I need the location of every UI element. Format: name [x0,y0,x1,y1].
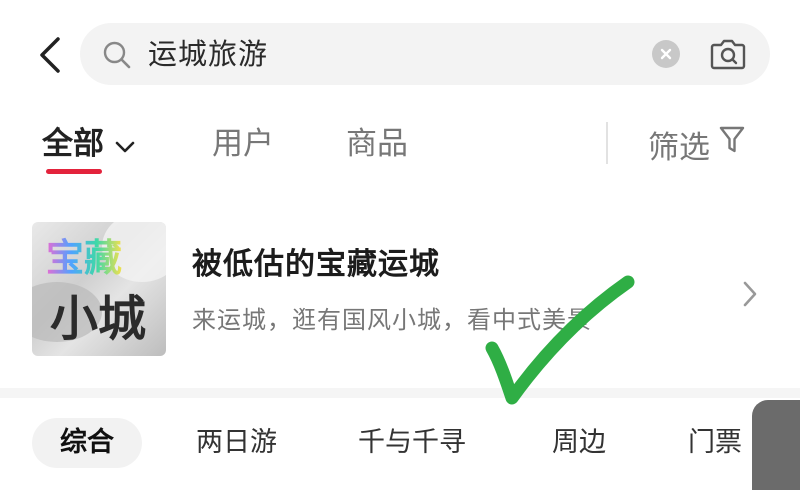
camera-icon[interactable] [708,35,748,73]
chip-two-day-trip[interactable]: 两日游 [168,418,305,468]
search-box[interactable]: 运城旅游 [80,23,770,85]
chip-spirited-away[interactable]: 千与千寻 [330,418,494,468]
thumbnail-text-top: 宝藏 [46,236,123,280]
chip-nearby[interactable]: 周边 [524,418,634,468]
search-icon [102,40,132,70]
clear-icon[interactable] [652,40,680,68]
chip-comprehensive[interactable]: 综合 [32,418,142,468]
top-bar: 运城旅游 [0,0,800,110]
filter-button[interactable]: 筛选 [648,122,746,166]
topic-thumbnail: 宝藏 小城 [32,222,166,356]
section-separator [0,388,800,398]
tab-users[interactable]: 用户 [212,122,274,166]
tab-all-label: 全部 [42,126,104,162]
topic-card[interactable]: 宝藏 小城 被低估的宝藏运城 来运城，逛有国风小城，看中式美景 [0,205,800,385]
chevron-down-icon [114,122,136,166]
filter-label: 筛选 [648,129,710,166]
topic-subtitle: 来运城，逛有国风小城，看中式美景 [192,306,592,334]
floating-button-edge[interactable] [752,400,800,490]
thumbnail-text-bottom: 小城 [50,291,147,347]
tab-divider [606,122,608,164]
active-tab-indicator [46,169,102,174]
topic-title: 被低估的宝藏运城 [192,247,440,282]
result-tabs: 全部 用户 商品 筛选 [0,112,800,182]
tab-all[interactable]: 全部 [42,122,136,166]
filter-funnel-icon [718,124,746,164]
filter-chips: 综合 两日游 千与千寻 周边 门票 [0,398,800,474]
search-input[interactable]: 运城旅游 [148,35,268,73]
chevron-right-icon[interactable] [738,279,762,309]
back-arrow-icon[interactable] [30,33,70,77]
tab-products[interactable]: 商品 [346,122,408,166]
